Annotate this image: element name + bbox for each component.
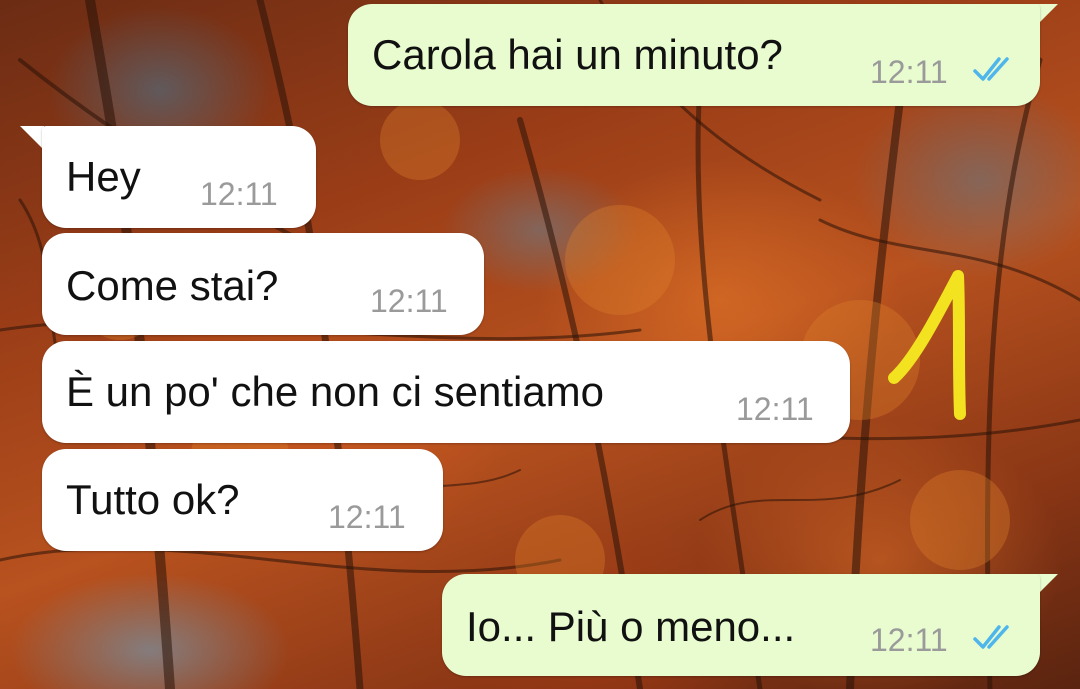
message-bubble-incoming[interactable]: Come stai? 12:11 [42,233,484,335]
message-text: Come stai? [66,262,279,309]
bubble-tail [20,126,44,150]
message-bubble-outgoing[interactable]: Io... Più o meno... 12:11 [442,574,1040,676]
message-text: È un po' che non ci sentiamo [66,368,605,415]
handwritten-number-one-annotation [888,270,966,420]
message-bubble-incoming[interactable]: È un po' che non ci sentiamo 12:11 [42,341,850,443]
message-timestamp: 12:11 [200,176,278,212]
message-text: Io... Più o meno... [466,603,796,650]
message-timestamp: 12:11 [870,622,948,658]
message-text: Carola hai un minuto? [372,31,783,78]
message-timestamp: 12:11 [870,54,948,90]
message-timestamp: 12:11 [370,283,448,319]
message-timestamp: 12:11 [328,499,406,535]
message-bubble-incoming[interactable]: Hey 12:11 [42,126,316,228]
message-timestamp: 12:11 [736,391,814,427]
message-text: Hey [66,153,141,200]
message-bubble-incoming[interactable]: Tutto ok? 12:11 [42,449,443,551]
message-bubble-outgoing[interactable]: Carola hai un minuto? 12:11 [348,4,1040,106]
double-check-icon [973,625,1009,649]
message-text: Tutto ok? [66,476,240,523]
double-check-icon [973,57,1009,81]
